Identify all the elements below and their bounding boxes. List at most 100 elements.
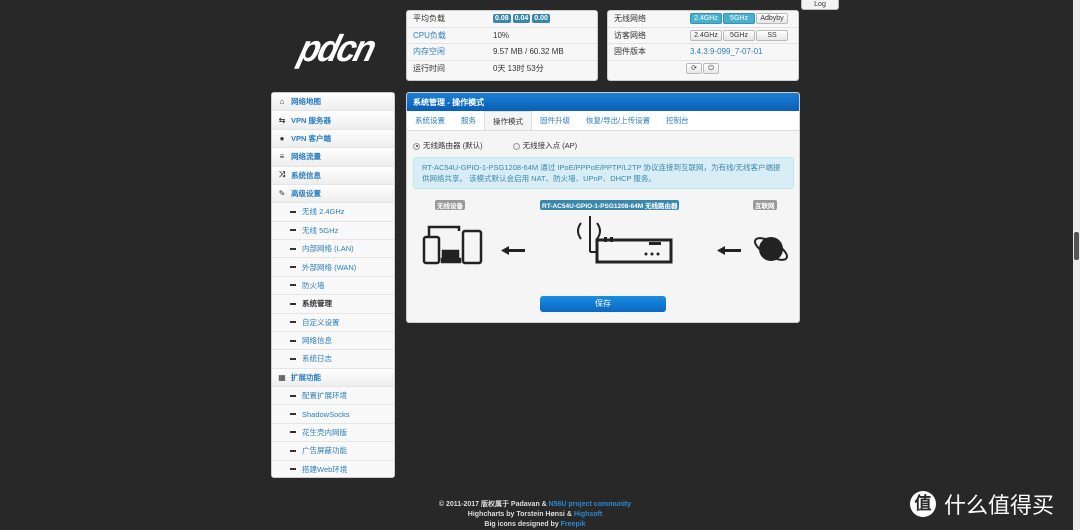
credits: Highcharts by Torstein Hønsi & [467,511,574,518]
cpu-link[interactable]: CPU负载 [413,30,493,41]
dash-icon [290,247,296,250]
devices-icon [422,225,483,265]
tab[interactable]: 操作模式 [484,111,532,130]
tab[interactable]: 固件升级 [532,111,578,130]
uptime-value: 0天 13时 53分 [493,64,544,74]
label: 运行时间 [413,64,445,74]
radio-button[interactable] [413,142,420,150]
dash-icon [290,339,296,342]
sidebar-item-label: 系统信息 [291,170,321,180]
dash-icon [290,413,296,416]
sidebar-item[interactable]: ● VPN 客户端 [272,129,394,149]
sidebar-item[interactable]: 网络信息 [272,331,394,351]
highsoft-link[interactable]: Highsoft [574,511,602,518]
sidebar-item-label: 系统管理 [302,299,332,309]
sidebar-item[interactable]: 自定义设置 [272,313,394,332]
sidebar-item[interactable]: 系统管理 [272,295,394,314]
tabs: 系统设置 服务 操作模式 固件升级 恢复/导出/上传设置 控制台 [407,111,799,131]
sidebar-item-label: 外部网络 (WAN) [302,262,357,272]
radio-button[interactable] [512,142,520,150]
sidebar-item[interactable]: ⇆ VPN 服务器 [272,111,394,130]
scrollbar-thumb[interactable] [1074,232,1079,260]
devices-tag: 无线设备 [435,200,465,210]
log-button[interactable]: Log [801,0,839,10]
network-panel: 无线网络 2.4GHz 5GHz Adbyby 访客网络 2.4GHz 5GHz SS … [607,10,799,81]
sidebar-item-label: 自定义设置 [302,317,340,327]
load-badge: 0.00 [532,14,550,24]
ss-button[interactable]: SS [756,29,788,41]
sidebar-item[interactable]: 无线 5GHz [272,221,394,240]
sidebar-item[interactable]: 系统日志 [272,350,394,369]
list-icon: ≡ [279,152,285,162]
credits: Big icons designed by [484,521,561,528]
label: 无线网络 [614,14,646,24]
sidebar-item-label: 网络信息 [302,336,332,346]
sidebar-item[interactable]: 无线 2.4GHz [272,203,394,222]
wifi-24-button[interactable]: 2.4GHz [690,13,722,25]
sidebar: ⌂ 网络地图 ⇆ VPN 服务器 ● VPN 客户端 ≡ 网络流量 ⤨ 系统信息 ✎ 高级设置 无线 2… [271,92,395,478]
radio-label: 无线接入点 (AP) [522,141,578,150]
dash-icon [290,431,296,434]
th-icon: ▦ [278,372,286,382]
tab[interactable]: 服务 [453,111,484,130]
mode-description: RT-AC54U-GPIO-1-PSG1208-64M 通过 IPoE/PPPo… [413,157,794,189]
sidebar-item-label: ShadowSocks [302,409,350,419]
watermark-text: 什么值得买 [944,493,1055,518]
load-badge: 0.08 [493,14,511,24]
sidebar-item[interactable]: 外部网络 (WAN) [272,258,394,277]
sidebar-item-label: 花生壳内网版 [302,427,347,437]
save-button[interactable]: 保存 [540,296,666,312]
dash-icon [290,449,296,452]
dash-icon [290,210,296,213]
internet-tag: 互联网 [753,200,777,210]
sidebar-item[interactable]: 内部网络 (LAN) [272,240,394,259]
memory-link[interactable]: 内存空闲 [413,46,493,57]
dash-icon [290,394,296,397]
dash-icon [290,284,296,287]
freepik-link[interactable]: Freepik [561,521,586,528]
sidebar-item[interactable]: 搭建Web环境 [272,460,394,477]
n56u-link[interactable]: N56U project community [549,501,631,508]
firmware-link[interactable]: 3.4.3.9-099_7-07-01 [690,47,763,56]
radio-label: 无线路由器 (默认) [423,141,483,150]
guest-5-button[interactable]: 5GHz [723,29,755,41]
adbyby-button[interactable]: Adbyby [756,13,788,25]
random-icon: ⤨ [278,170,286,180]
sidebar-item[interactable]: 防火墙 [272,276,394,296]
tab[interactable]: 系统设置 [407,111,453,130]
logo: pdcn [294,28,379,70]
router-tag: RT-AC54U-GPIO-1-PSG1208-64M 无线路由器 [540,200,680,210]
wifi-5-button[interactable]: 5GHz [723,13,755,25]
sidebar-item-label: VPN 服务器 [291,115,332,125]
sidebar-item[interactable]: ⌂ 网络地图 [272,93,394,112]
sidebar-item-label: 搭建Web环境 [302,464,348,474]
sidebar-item[interactable]: ▦ 扩展功能 [272,368,394,387]
sidebar-item[interactable]: ShadowSocks [272,405,394,424]
sidebar-item[interactable]: 广告屏蔽功能 [272,442,394,461]
power-icon[interactable]: ⏻ [703,63,719,75]
radio-ap[interactable]: 无线接入点 (AP) [512,140,578,151]
tab[interactable]: 控制台 [658,111,697,130]
dash-icon [290,468,296,471]
refresh-icon[interactable]: ⟳ [686,63,702,75]
arrow-left-icon [717,246,741,255]
cpu-value: 10% [493,30,510,40]
copyright: © 2011-2017 版权属于 Padavan & [438,501,549,508]
sidebar-item[interactable]: ≡ 网络流量 [272,148,394,167]
sidebar-item[interactable]: ⤨ 系统信息 [272,166,394,185]
arrow-left-icon [501,246,525,255]
sidebar-item-label: 扩展功能 [291,372,321,382]
sidebar-item-label: 网络地图 [291,97,321,107]
scrollbar[interactable] [1073,0,1080,530]
sidebar-item[interactable]: 配置扩展环境 [272,387,394,406]
footer: © 2011-2017 版权属于 Padavan & N56U project … [400,500,670,530]
sidebar-item[interactable]: ✎ 高级设置 [272,184,394,204]
sidebar-item-label: VPN 客户端 [291,133,332,143]
guest-24-button[interactable]: 2.4GHz [690,29,722,41]
tab[interactable]: 恢复/导出/上传设置 [578,111,658,130]
sidebar-item[interactable]: 花生壳内网版 [272,423,394,443]
globe-icon [754,237,788,261]
radio-router[interactable]: 无线路由器 (默认) [413,140,483,151]
home-icon: ⌂ [279,97,285,107]
memory-value: 9.57 MB / 60.32 MB [493,47,564,57]
